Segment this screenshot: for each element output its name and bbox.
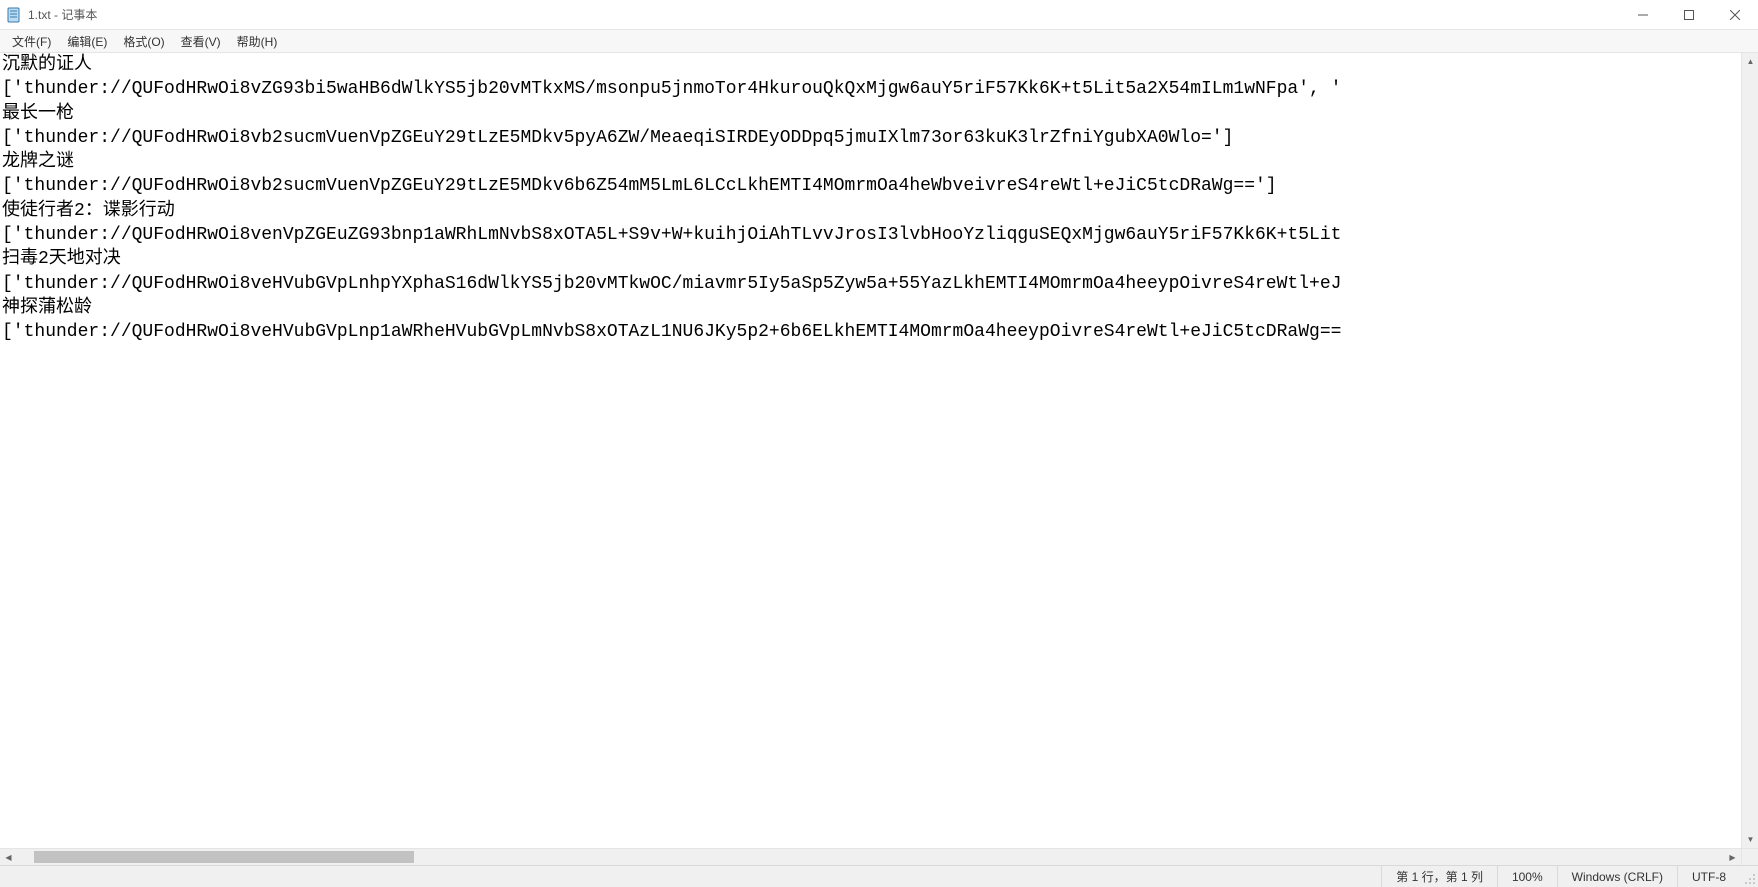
menu-view[interactable]: 查看(V) bbox=[173, 31, 229, 52]
scroll-left-icon[interactable]: ◀ bbox=[0, 849, 17, 866]
window-title: 1.txt - 记事本 bbox=[28, 6, 97, 23]
scrollbar-corner bbox=[1741, 848, 1758, 865]
horizontal-scroll-track[interactable] bbox=[17, 849, 1724, 865]
scroll-up-icon[interactable]: ▲ bbox=[1742, 53, 1758, 70]
statusbar: 第 1 行，第 1 列 100% Windows (CRLF) UTF-8 bbox=[0, 865, 1758, 887]
status-zoom: 100% bbox=[1497, 866, 1557, 887]
scroll-right-icon[interactable]: ▶ bbox=[1724, 849, 1741, 866]
text-editor[interactable]: 沉默的证人 ['thunder://QUFodHRwOi8vZG93bi5waH… bbox=[0, 53, 1741, 848]
menu-file[interactable]: 文件(F) bbox=[4, 31, 59, 52]
vertical-scroll-track[interactable] bbox=[1742, 70, 1758, 831]
minimize-button[interactable] bbox=[1620, 0, 1666, 29]
menu-format[interactable]: 格式(O) bbox=[115, 31, 172, 52]
status-encoding: UTF-8 bbox=[1677, 866, 1740, 887]
close-button[interactable] bbox=[1712, 0, 1758, 29]
editor-area: 沉默的证人 ['thunder://QUFodHRwOi8vZG93bi5waH… bbox=[0, 52, 1758, 848]
statusbar-filler bbox=[0, 866, 1381, 887]
resize-grip-icon[interactable] bbox=[1740, 866, 1758, 887]
notepad-icon bbox=[6, 7, 22, 23]
titlebar: 1.txt - 记事本 bbox=[0, 0, 1758, 30]
status-caret-position: 第 1 行，第 1 列 bbox=[1381, 866, 1497, 887]
horizontal-scroll-thumb[interactable] bbox=[34, 851, 414, 863]
hscroll-row: ◀ ▶ bbox=[0, 848, 1758, 865]
maximize-button[interactable] bbox=[1666, 0, 1712, 29]
menu-help[interactable]: 帮助(H) bbox=[229, 31, 286, 52]
horizontal-scrollbar[interactable]: ◀ ▶ bbox=[0, 848, 1741, 865]
scroll-down-icon[interactable]: ▼ bbox=[1742, 831, 1758, 848]
menubar: 文件(F) 编辑(E) 格式(O) 查看(V) 帮助(H) bbox=[0, 30, 1758, 52]
menu-edit[interactable]: 编辑(E) bbox=[59, 31, 115, 52]
window-controls bbox=[1620, 0, 1758, 29]
status-line-ending: Windows (CRLF) bbox=[1557, 866, 1677, 887]
vertical-scrollbar[interactable]: ▲ ▼ bbox=[1741, 53, 1758, 848]
